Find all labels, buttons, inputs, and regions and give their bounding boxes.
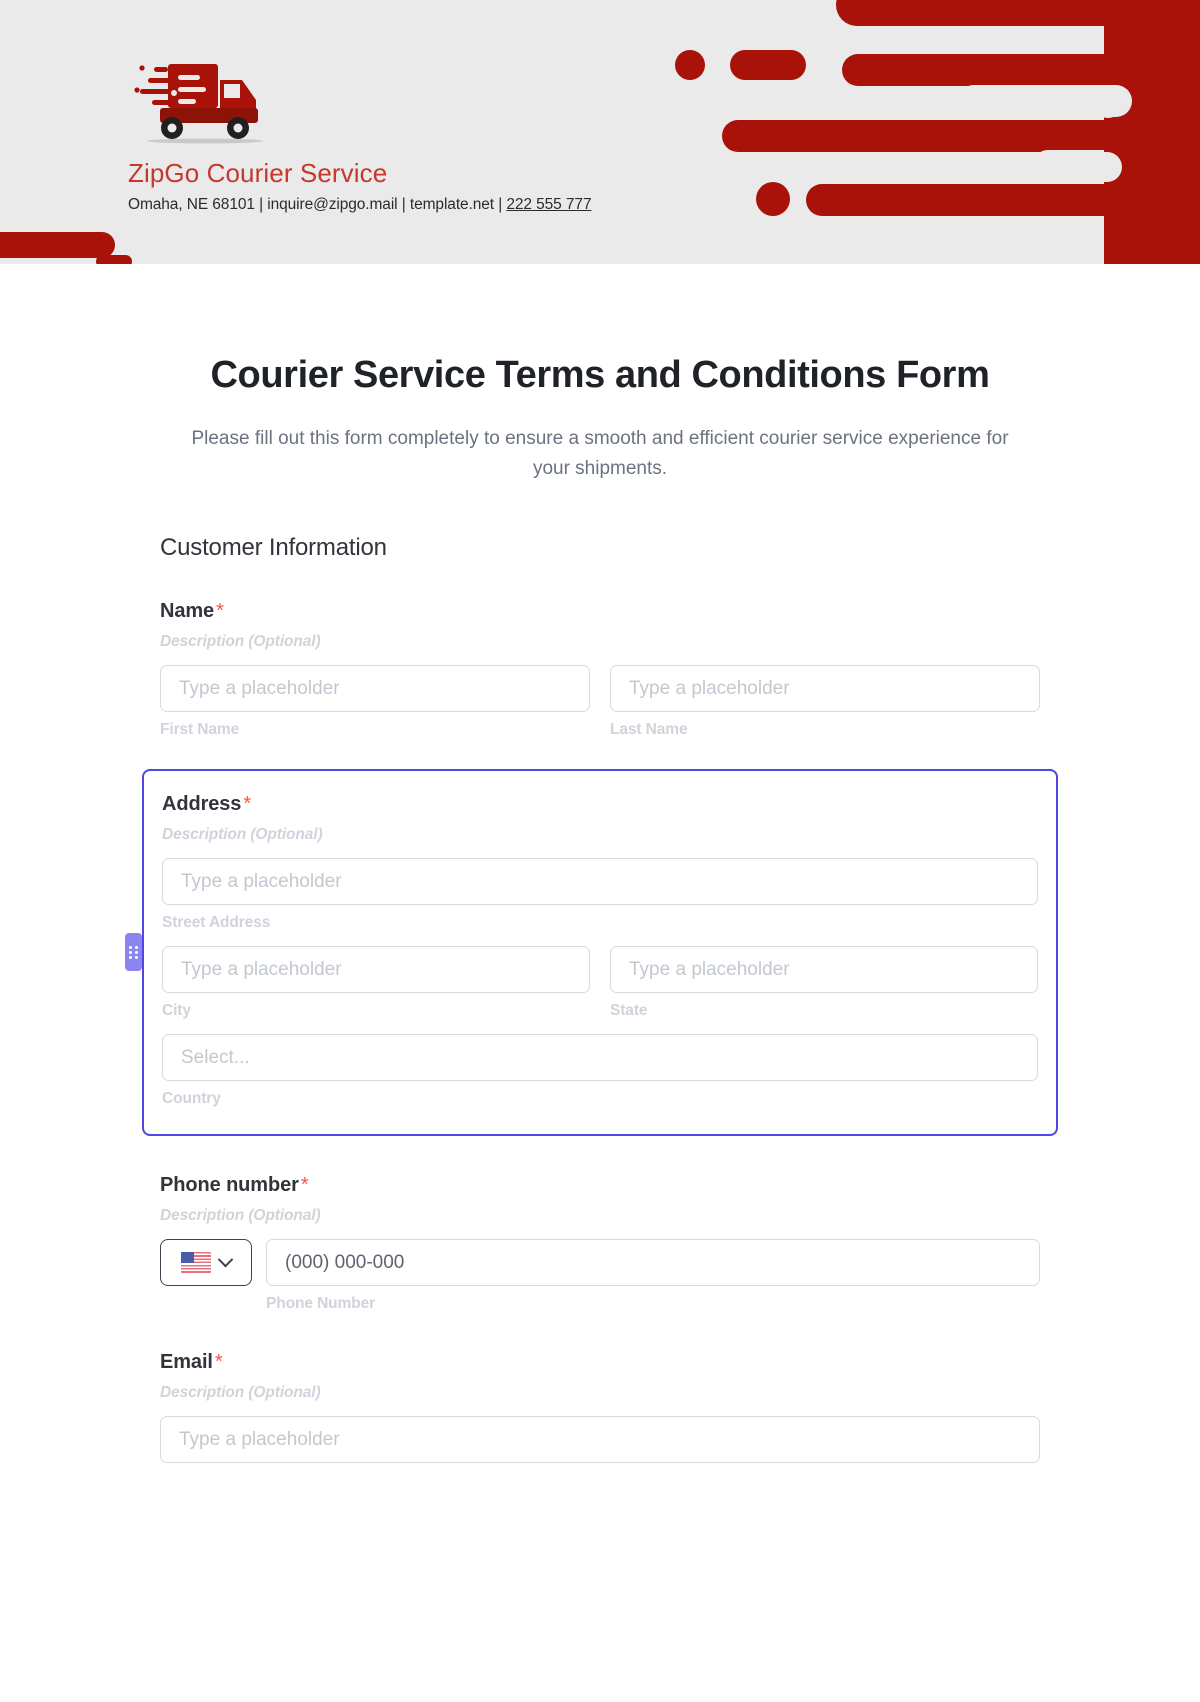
sublabel-phone-number: Phone Number: [266, 1294, 376, 1312]
drag-handle-icon[interactable]: [125, 933, 142, 972]
email-input[interactable]: Type a placeholder: [160, 1415, 1040, 1463]
contact-separator-1: |: [259, 196, 264, 213]
field-label-name-text: Name: [160, 599, 215, 622]
letterhead-header: ZipGo Courier Service Omaha, NE 68101 | …: [0, 0, 1200, 264]
form-body: Courier Service Terms and Conditions For…: [0, 264, 1200, 1463]
brand-block: ZipGo Courier Service Omaha, NE 68101 | …: [128, 58, 748, 214]
section-title-customer-information: Customer Information: [160, 533, 387, 561]
field-label-address-text: Address: [162, 792, 242, 815]
field-description-address: Description (Optional): [162, 825, 323, 843]
state-input[interactable]: Type a placeholder: [610, 945, 1038, 993]
contact-phone: 222 555 777: [506, 196, 592, 213]
required-marker: *: [216, 599, 224, 622]
field-description-phone-number: Description (Optional): [160, 1206, 321, 1224]
streak-bar-decoration: [0, 232, 115, 258]
required-marker: *: [214, 1350, 223, 1373]
phone-number-input[interactable]: (000) 000-000: [266, 1238, 1040, 1286]
sublabel-first-name: First Name: [160, 720, 240, 738]
field-name: Name * Description (Optional) Type a plac…: [160, 600, 1040, 739]
field-email: Email * Description (Optional) Type a pla…: [160, 1351, 1040, 1463]
contact-separator-3: |: [498, 196, 503, 213]
sublabel-city: City: [162, 1001, 191, 1019]
us-flag-icon: [181, 1251, 211, 1273]
first-name-input[interactable]: Type a placeholder: [160, 664, 590, 712]
brand-contact-line: Omaha, NE 68101 | inquire@zipgo.mail | t…: [128, 196, 748, 214]
field-label-address: Address *: [162, 793, 1038, 816]
page-title: Courier Service Terms and Conditions For…: [210, 354, 990, 396]
speed-streaks-decoration: [675, 0, 1200, 264]
field-label-email-text: Email: [160, 1350, 213, 1373]
brand-name: ZipGo Courier Service: [128, 158, 388, 188]
sublabel-state: State: [610, 1001, 648, 1019]
sublabel-country: Country: [162, 1089, 221, 1107]
required-marker: *: [300, 1173, 309, 1196]
chevron-down-icon: [217, 1251, 234, 1268]
field-description-name: Description (Optional): [160, 632, 321, 650]
field-phone-number: Phone number * Description (Optional) (00…: [160, 1174, 1040, 1313]
field-address[interactable]: Address * Description (Optional) Type a p…: [125, 768, 1058, 1136]
last-name-input[interactable]: Type a placeholder: [610, 664, 1040, 712]
sublabel-street-address: Street Address: [162, 913, 271, 931]
contact-address: Omaha, NE 68101: [128, 196, 255, 213]
field-description-email: Description (Optional): [160, 1383, 321, 1401]
field-label-name: Name *: [160, 600, 1040, 623]
delivery-truck-icon: [134, 64, 263, 144]
field-label-phone-number-text: Phone number: [160, 1173, 299, 1196]
country-select[interactable]: Select...: [162, 1033, 1038, 1081]
field-label-phone-number: Phone number *: [160, 1174, 1040, 1197]
streak-dash-decoration: [96, 255, 132, 264]
country-code-select[interactable]: [160, 1238, 252, 1286]
contact-separator-2: |: [401, 196, 406, 213]
city-input[interactable]: Type a placeholder: [162, 945, 590, 993]
required-marker: *: [243, 792, 252, 815]
page-subtitle: Please fill out this form completely to …: [191, 427, 1009, 479]
field-label-email: Email *: [160, 1351, 1040, 1374]
street-address-input[interactable]: Type a placeholder: [162, 857, 1038, 905]
contact-email: inquire@zipgo.mail: [267, 196, 398, 213]
contact-website: template.net: [409, 196, 494, 213]
sublabel-last-name: Last Name: [610, 720, 688, 738]
